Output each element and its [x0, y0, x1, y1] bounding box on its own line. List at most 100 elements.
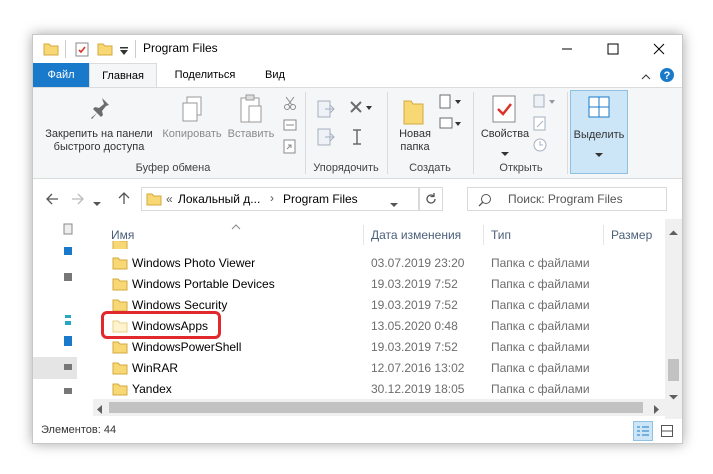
- titlebar-separator: [65, 40, 66, 58]
- new-item-icon[interactable]: [439, 94, 463, 113]
- details-view-button[interactable]: [633, 421, 653, 441]
- refresh-button[interactable]: [419, 187, 443, 211]
- scroll-up-icon[interactable]: [669, 225, 678, 239]
- nav-item-icon[interactable]: [63, 223, 73, 238]
- file-date: 30.12.2019 18:05: [371, 382, 465, 396]
- open-icon[interactable]: [533, 94, 557, 113]
- minimize-button[interactable]: [544, 35, 590, 63]
- file-name: Windows Security: [132, 298, 228, 312]
- copy-path-icon[interactable]: [283, 118, 297, 135]
- table-row-partial[interactable]: [108, 241, 668, 249]
- copy-to-icon[interactable]: [317, 128, 335, 149]
- file-date: 03.07.2019 23:20: [371, 256, 465, 270]
- close-button[interactable]: [636, 35, 682, 63]
- rename-icon[interactable]: [349, 128, 365, 149]
- edit-icon[interactable]: [533, 116, 547, 135]
- scroll-down-icon[interactable]: [669, 389, 678, 403]
- pin-icon: [89, 96, 111, 125]
- properties-button[interactable]: Свойства: [477, 90, 533, 166]
- nav-item-icon[interactable]: [63, 335, 73, 350]
- file-type: Папка с файлами: [491, 256, 590, 270]
- help-icon[interactable]: ?: [659, 67, 675, 83]
- paste-button[interactable]: Вставить: [225, 90, 277, 156]
- nav-item-icon[interactable]: [63, 385, 73, 400]
- copy-icon: [181, 96, 203, 127]
- new-folder-button[interactable]: Новая папка: [391, 90, 439, 156]
- table-row[interactable]: WinRAR 12.07.2016 13:02 Папка с файлами: [108, 358, 668, 379]
- select-button[interactable]: Выделить: [570, 90, 628, 174]
- ribbon-separator: [567, 92, 568, 174]
- delete-icon[interactable]: [349, 100, 373, 119]
- scroll-thumb[interactable]: [109, 402, 643, 413]
- scroll-left-icon[interactable]: [97, 403, 103, 417]
- file-type: Папка с файлами: [491, 298, 590, 312]
- properties-quick-icon[interactable]: [75, 42, 89, 60]
- sort-indicator-icon: [231, 219, 241, 233]
- file-name: WinRAR: [132, 361, 179, 375]
- select-all-icon: [587, 95, 611, 122]
- breadcrumb-separator[interactable]: ›: [270, 191, 274, 205]
- file-type: Папка с файлами: [491, 340, 590, 354]
- table-row[interactable]: Windows Photo Viewer 03.07.2019 23:20 Па…: [108, 253, 668, 274]
- table-row[interactable]: Windows Portable Devices 19.03.2019 7:52…: [108, 274, 668, 295]
- breadcrumb-overflow[interactable]: «: [166, 192, 173, 206]
- folder-icon: [43, 42, 59, 59]
- properties-label: Свойства: [480, 128, 530, 140]
- group-open-label: Открыть: [499, 162, 543, 174]
- table-row[interactable]: WindowsPowerShell 19.03.2019 7:52 Папка …: [108, 337, 668, 358]
- pin-to-quick-access-button[interactable]: Закрепить на панели быстрого доступа: [37, 90, 161, 156]
- forward-icon[interactable]: [71, 192, 85, 209]
- horizontal-scrollbar[interactable]: [93, 399, 665, 416]
- nav-item-icon[interactable]: [63, 245, 73, 260]
- scroll-right-icon[interactable]: [653, 403, 659, 417]
- ribbon-separator: [305, 92, 306, 174]
- recent-locations-icon[interactable]: [93, 196, 101, 210]
- tab-home[interactable]: Главная: [89, 63, 157, 87]
- nav-item-icon[interactable]: [63, 313, 73, 330]
- vertical-scrollbar[interactable]: [665, 219, 682, 419]
- search-icon: [478, 193, 492, 210]
- title-bar: Program Files: [33, 35, 682, 63]
- history-icon[interactable]: [533, 138, 547, 155]
- folder-icon: [112, 277, 128, 294]
- search-box[interactable]: Поиск: Program Files: [467, 187, 667, 211]
- file-name: WindowsPowerShell: [132, 340, 242, 354]
- maximize-button[interactable]: [590, 35, 636, 63]
- ribbon-separator: [473, 92, 474, 174]
- breadcrumb-local-disk[interactable]: Локальный д...: [178, 192, 260, 206]
- file-date: 19.03.2019 7:52: [371, 277, 458, 291]
- file-type: Папка с файлами: [491, 319, 590, 333]
- highlight-annotation: [101, 311, 221, 339]
- tab-share[interactable]: Поделиться: [163, 63, 247, 87]
- search-placeholder: Поиск: Program Files: [508, 192, 623, 206]
- select-label: Выделить: [573, 129, 625, 141]
- chevron-down-icon: [501, 146, 509, 160]
- address-dropdown-icon[interactable]: [390, 197, 398, 211]
- address-bar[interactable]: « Локальный д... › Program Files: [141, 187, 419, 211]
- scroll-thumb[interactable]: [668, 359, 679, 381]
- table-row[interactable]: Yandex 30.12.2019 18:05 Папка с файлами: [108, 379, 668, 400]
- back-icon[interactable]: [45, 192, 59, 209]
- nav-item-icon[interactable]: [63, 361, 73, 376]
- window-title: Program Files: [143, 41, 218, 55]
- large-icons-view-button[interactable]: [657, 421, 677, 441]
- customize-quick-access-icon[interactable]: [119, 45, 129, 59]
- file-type: Папка с файлами: [491, 382, 590, 396]
- nav-item-icon[interactable]: [63, 271, 73, 286]
- copy-button[interactable]: Копировать: [157, 90, 227, 156]
- tab-view[interactable]: Вид: [253, 63, 297, 87]
- breadcrumb-program-files[interactable]: Program Files: [283, 192, 358, 206]
- paste-shortcut-icon[interactable]: [283, 138, 297, 157]
- file-type: Папка с файлами: [491, 277, 590, 291]
- file-date: 12.07.2016 13:02: [371, 361, 465, 375]
- move-to-icon[interactable]: [317, 100, 335, 121]
- up-icon[interactable]: [117, 191, 131, 208]
- refresh-icon: [425, 193, 437, 208]
- tab-file[interactable]: Файл: [33, 63, 89, 87]
- easy-access-icon[interactable]: [439, 116, 463, 135]
- collapse-ribbon-icon[interactable]: [641, 70, 657, 86]
- new-folder-quick-icon[interactable]: [97, 42, 113, 59]
- cut-icon[interactable]: [283, 96, 297, 113]
- svg-text:?: ?: [664, 70, 671, 82]
- properties-icon: [491, 94, 517, 127]
